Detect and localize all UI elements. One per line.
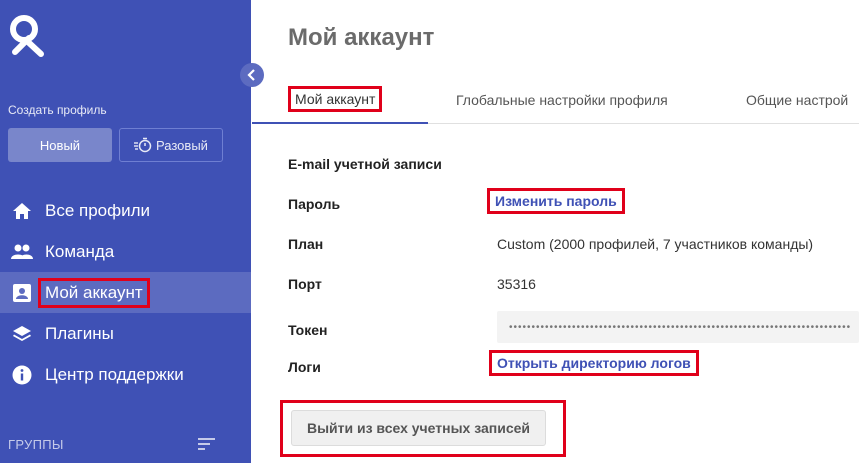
sidebar-item-label: Команда [45, 241, 115, 261]
open-logs-directory-link[interactable]: Открыть директорию логов [489, 350, 699, 376]
sidebar-item-team[interactable]: Команда [0, 231, 251, 272]
plan-value: Custom (2000 профилей, 7 участников кома… [497, 236, 814, 252]
one-time-profile-button[interactable]: Разовый [119, 128, 223, 162]
chevron-left-icon [247, 69, 255, 81]
sidebar-item-my-account[interactable]: Мой аккаунт [0, 272, 251, 313]
token-field[interactable]: ••••••••••••••••••••••••••••••••••••••••… [497, 311, 859, 343]
sidebar-item-label: Все профили [45, 200, 151, 220]
layers-icon [11, 323, 33, 345]
home-icon [11, 200, 33, 222]
groups-heading: ГРУППЫ [8, 437, 64, 452]
port-label: Порт [288, 276, 322, 292]
tab-global-profile-settings[interactable]: Глобальные настройки профиля [456, 92, 668, 108]
app-logo-icon[interactable] [7, 14, 47, 58]
sidebar-item-support[interactable]: Центр поддержки [0, 354, 251, 395]
tab-my-account[interactable]: Мой аккаунт [288, 86, 383, 112]
info-icon [11, 364, 33, 386]
email-label: E-mail учетной записи [288, 156, 442, 172]
change-password-link[interactable]: Изменить пароль [487, 188, 625, 214]
port-value: 35316 [497, 276, 536, 292]
tab-bar: Мой аккаунт Глобальные настройки профиля… [252, 80, 859, 124]
logs-label: Логи [288, 359, 321, 375]
tab-general-settings[interactable]: Общие настрой [746, 92, 848, 108]
page-title: Мой аккаунт [288, 24, 435, 51]
sort-icon[interactable] [198, 437, 216, 451]
sidebar-item-label: Центр поддержки [45, 364, 184, 384]
team-icon [11, 241, 33, 263]
new-profile-button[interactable]: Новый [8, 128, 112, 162]
sidebar-item-label: Плагины [45, 323, 114, 343]
collapse-sidebar-button[interactable] [240, 63, 264, 87]
sidebar-item-label: Мой аккаунт [38, 277, 150, 308]
token-label: Токен [288, 322, 328, 338]
logout-all-accounts-button[interactable]: Выйти из всех учетных записей [291, 410, 546, 446]
one-time-button-label: Разовый [156, 137, 208, 153]
plan-label: План [288, 236, 324, 252]
sidebar-item-all-profiles[interactable]: Все профили [0, 190, 251, 231]
create-profile-label: Создать профиль [8, 103, 107, 117]
account-icon [11, 282, 33, 304]
password-label: Пароль [288, 196, 341, 212]
sidebar-item-plugins[interactable]: Плагины [0, 313, 251, 354]
timer-icon [134, 137, 152, 153]
sidebar-nav: Все профили Команда Мой аккаунт Плагины … [0, 190, 251, 395]
logout-highlight: Выйти из всех учетных записей [280, 400, 566, 457]
active-tab-indicator [252, 122, 428, 124]
sidebar: Создать профиль Новый Разовый Все профил… [0, 0, 251, 463]
